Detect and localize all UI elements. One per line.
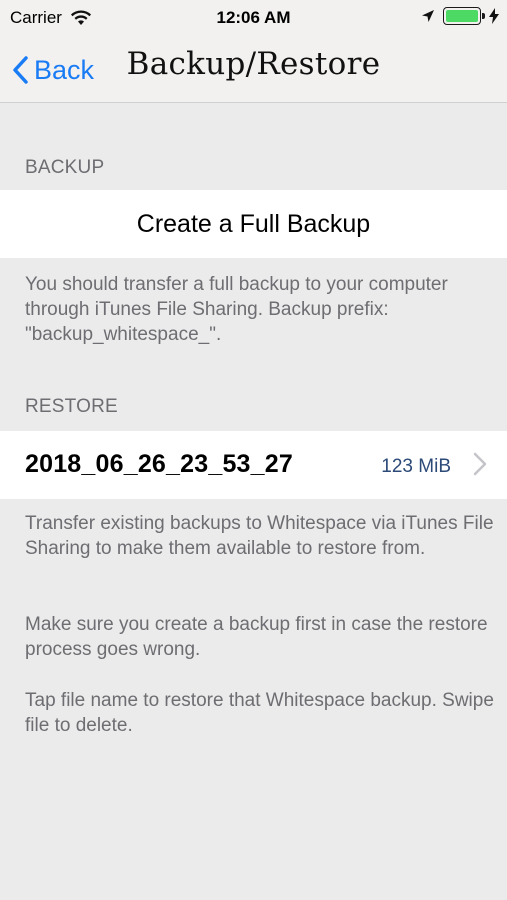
backup-section-footer: You should transfer a full backup to you… <box>25 274 448 345</box>
backup-file-size: 123 MiB <box>381 456 451 477</box>
charging-bolt-icon <box>489 8 499 24</box>
restore-footer-warning: Make sure you create a backup first in c… <box>25 614 488 660</box>
chevron-right-icon <box>473 452 487 476</box>
create-full-backup-button[interactable]: Create a Full Backup <box>0 190 507 258</box>
restore-footer-instructions: Tap file name to restore that Whitespace… <box>25 690 494 736</box>
page-title: Backup/Restore <box>126 46 381 82</box>
backup-section-header: BACKUP <box>25 157 105 178</box>
navigation-bar: Back Backup/Restore <box>0 36 507 103</box>
restore-section-header: RESTORE <box>25 396 118 417</box>
create-full-backup-label: Create a Full Backup <box>136 209 371 238</box>
restore-footer-transfer: Transfer existing backups to Whitespace … <box>25 513 494 559</box>
battery-icon <box>443 7 485 25</box>
status-bar: Carrier 12:06 AM <box>0 0 507 36</box>
status-right <box>421 7 499 25</box>
battery-level <box>446 10 478 22</box>
backup-file-name: 2018_06_26_23_53_27 <box>25 450 293 478</box>
location-arrow-icon <box>422 10 434 22</box>
backup-file-row[interactable]: 2018_06_26_23_53_27 123 MiB <box>0 431 507 499</box>
